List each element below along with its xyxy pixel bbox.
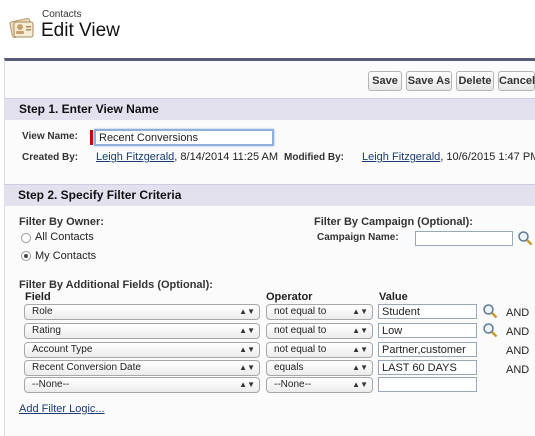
lookup-icon[interactable]	[482, 303, 498, 319]
page-header: Contacts Edit View	[0, 0, 535, 58]
campaign-name-input[interactable]	[415, 231, 513, 246]
select-arrows-icon: ▲▼	[239, 326, 255, 335]
breadcrumb: Contacts	[42, 9, 82, 20]
select-arrows-icon: ▲▼	[239, 380, 255, 389]
radio-my-contacts[interactable]	[21, 251, 31, 261]
add-filter-logic-link[interactable]: Add Filter Logic...	[19, 403, 105, 415]
value-column-header: Value	[379, 291, 408, 303]
filter-operator-value-4: equals	[274, 362, 304, 373]
created-by-user-link[interactable]: Leigh Fitzgerald	[96, 151, 174, 163]
step1-heading: Step 1. Enter View Name	[5, 98, 535, 120]
radio-all-contacts[interactable]	[21, 233, 31, 243]
view-name-label: View Name:	[22, 131, 78, 142]
filter-value-input-1[interactable]: Student	[378, 304, 477, 319]
select-arrows-icon: ▲▼	[352, 363, 368, 372]
filter-operator-value-1: not equal to	[274, 306, 327, 317]
filter-by-owner-label: Filter By Owner:	[19, 216, 104, 228]
filter-operator-select-1[interactable]: not equal to ▲▼	[266, 304, 373, 320]
filter-value-input-2[interactable]: Low	[378, 323, 477, 338]
filter-field-value-4: Recent Conversion Date	[32, 362, 141, 373]
filter-operator-select-4[interactable]: equals ▲▼	[266, 360, 373, 376]
filter-field-select-4[interactable]: Recent Conversion Date ▲▼	[24, 360, 260, 376]
conjunction-2: AND	[506, 326, 530, 338]
contacts-app-icon	[9, 17, 34, 39]
modified-by-user-link[interactable]: Leigh Fitzgerald	[362, 151, 440, 163]
operator-column-header: Operator	[266, 291, 313, 303]
select-arrows-icon: ▲▼	[239, 345, 255, 354]
filter-operator-value-2: not equal to	[274, 325, 327, 336]
filter-field-value-5: --None--	[32, 379, 70, 390]
button-bar: Save Save As Delete Cancel	[5, 61, 535, 98]
select-arrows-icon: ▲▼	[352, 345, 368, 354]
save-button[interactable]: Save	[368, 71, 402, 91]
cancel-button[interactable]: Cancel	[498, 71, 535, 91]
select-arrows-icon: ▲▼	[239, 363, 255, 372]
created-by: Leigh Fitzgerald, 8/14/2014 11:25 AM	[96, 151, 278, 163]
select-arrows-icon: ▲▼	[239, 307, 255, 316]
filter-field-select-3[interactable]: Account Type ▲▼	[24, 342, 260, 358]
save-as-button[interactable]: Save As	[406, 71, 452, 91]
filter-field-select-5[interactable]: --None-- ▲▼	[24, 377, 260, 393]
filter-field-select-2[interactable]: Rating ▲▼	[24, 323, 260, 339]
filter-by-campaign-label: Filter By Campaign (Optional):	[314, 216, 473, 228]
filter-value-input-5[interactable]	[378, 377, 477, 392]
conjunction-1: AND	[506, 307, 530, 319]
modified-by-label: Modified By:	[284, 152, 344, 163]
all-contacts-label: All Contacts	[35, 231, 94, 243]
select-arrows-icon: ▲▼	[352, 380, 368, 389]
required-indicator	[90, 130, 93, 145]
filter-value-input-4[interactable]: LAST 60 DAYS	[378, 360, 477, 375]
filter-field-select-1[interactable]: Role ▲▼	[24, 304, 260, 320]
delete-button[interactable]: Delete	[456, 71, 494, 91]
filter-operator-value-3: not equal to	[274, 344, 327, 355]
filter-value-input-3[interactable]: Partner,customer	[378, 342, 477, 357]
field-column-header: Field	[25, 291, 51, 303]
conjunction-4: AND	[506, 364, 530, 376]
select-arrows-icon: ▲▼	[352, 307, 368, 316]
lookup-icon[interactable]	[517, 230, 533, 246]
filter-operator-select-3[interactable]: not equal to ▲▼	[266, 342, 373, 358]
campaign-name-label: Campaign Name:	[317, 232, 399, 243]
filter-operator-value-5: --None--	[274, 379, 312, 390]
filter-operator-select-2[interactable]: not equal to ▲▼	[266, 323, 373, 339]
view-name-input[interactable]: Recent Conversions	[94, 129, 274, 146]
lookup-icon[interactable]	[482, 322, 498, 338]
modified-by: Leigh Fitzgerald, 10/6/2015 1:47 PM	[362, 151, 535, 163]
additional-fields-label: Filter By Additional Fields (Optional):	[19, 279, 213, 291]
created-by-date: , 8/14/2014 11:25 AM	[174, 151, 279, 163]
my-contacts-label: My Contacts	[35, 250, 97, 262]
filter-operator-select-5[interactable]: --None-- ▲▼	[266, 377, 373, 393]
filter-field-value-3: Account Type	[32, 344, 93, 355]
conjunction-3: AND	[506, 345, 530, 357]
filter-field-value-1: Role	[32, 306, 53, 317]
filter-field-value-2: Rating	[32, 325, 61, 336]
created-by-label: Created By:	[22, 152, 79, 163]
step2-heading: Step 2. Specify Filter Criteria	[4, 184, 535, 206]
modified-by-date: , 10/6/2015 1:47 PM	[440, 151, 535, 163]
page-title: Edit View	[41, 20, 120, 41]
select-arrows-icon: ▲▼	[352, 326, 368, 335]
